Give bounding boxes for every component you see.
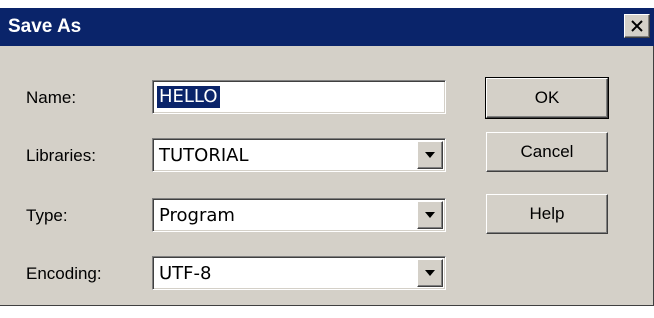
name-label: Name: — [26, 88, 77, 107]
close-icon — [631, 20, 643, 32]
title-bar[interactable]: Save As — [0, 8, 654, 46]
type-dropdown-button[interactable] — [417, 201, 443, 229]
chevron-down-icon — [425, 270, 435, 276]
ok-button[interactable]: OK — [485, 77, 609, 119]
libraries-label: Libraries: — [26, 146, 96, 165]
libraries-dropdown-button[interactable] — [417, 141, 443, 169]
dialog-title: Save As — [8, 16, 82, 37]
libraries-select[interactable]: TUTORIAL — [152, 138, 446, 172]
chevron-down-icon — [425, 152, 435, 158]
chevron-down-icon — [425, 212, 435, 218]
type-label: Type: — [26, 206, 68, 225]
libraries-select-value: TUTORIAL — [159, 145, 249, 166]
encoding-dropdown-button[interactable] — [417, 259, 443, 287]
name-input-value: HELLO — [157, 86, 220, 108]
encoding-select[interactable]: UTF-8 — [152, 256, 446, 290]
cancel-button[interactable]: Cancel — [486, 132, 608, 172]
type-select[interactable]: Program — [152, 198, 446, 232]
name-input[interactable]: HELLO — [152, 80, 446, 114]
type-select-value: Program — [159, 205, 235, 226]
encoding-label: Encoding: — [26, 264, 102, 283]
help-button[interactable]: Help — [486, 194, 608, 234]
encoding-select-value: UTF-8 — [159, 263, 212, 284]
save-as-dialog: Save As Name: HELLO Libraries: TUTORIAL … — [0, 8, 654, 306]
close-button[interactable] — [624, 14, 650, 38]
